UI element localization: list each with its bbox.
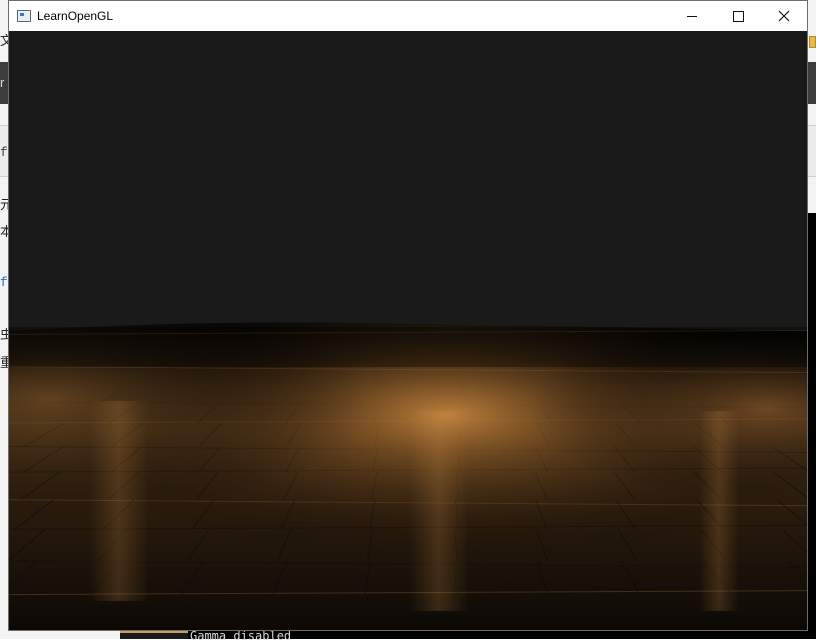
window-title: LearnOpenGL (37, 9, 114, 23)
opengl-render-viewport[interactable] (9, 31, 807, 630)
background-edge-text: 重 (0, 356, 8, 370)
close-icon (778, 10, 790, 22)
rendered-scene (9, 31, 807, 630)
console-output-text: Gamma disabled (190, 629, 292, 643)
background-edge-text: 文 (0, 34, 8, 48)
window-app-icon (17, 10, 31, 22)
background-edge-text: 虫 (0, 328, 8, 342)
minimize-button[interactable] (669, 1, 715, 31)
learnopengl-window[interactable]: LearnOpenGL (8, 0, 808, 631)
background-folder-icon (809, 36, 816, 48)
background-edge-text: f (0, 146, 8, 160)
background-taskbar-thumb (120, 631, 188, 639)
close-button[interactable] (761, 1, 807, 31)
background-edge-text: f (0, 276, 8, 290)
minimize-icon (687, 15, 697, 17)
background-edge-text: r (0, 76, 5, 90)
maximize-icon (732, 10, 744, 22)
maximize-button[interactable] (715, 1, 761, 31)
title-bar[interactable]: LearnOpenGL (9, 1, 807, 31)
background-edge-text: 元 (0, 198, 8, 212)
background-edge-text: 本 (0, 225, 8, 239)
background-console-window (808, 213, 816, 639)
